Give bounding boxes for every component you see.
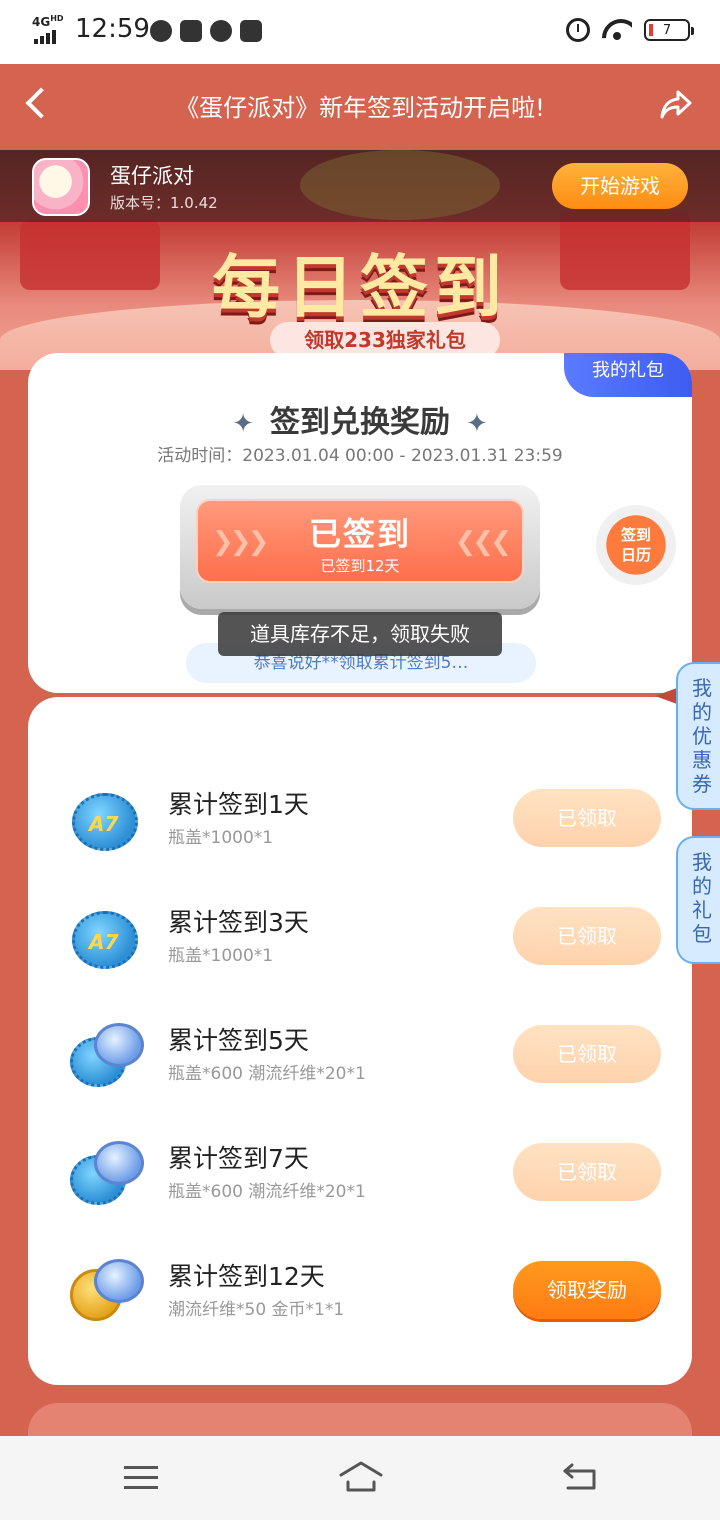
sparkle-icon: ✦ (232, 409, 254, 439)
my-gifts-tag[interactable]: 我的礼包 (564, 353, 692, 397)
signal-icon: 4GHD (32, 14, 66, 44)
tab-char: 包 (692, 922, 712, 946)
banner-title: 每日签到 (211, 249, 508, 328)
calendar-label-line2: 日历 (620, 546, 651, 564)
claimed-button[interactable]: 已领取 (513, 1143, 661, 1201)
reward-title: 累计签到12天 (168, 1262, 325, 1291)
menu-icon[interactable] (124, 1466, 158, 1490)
rewards-card: A7 累计签到1天 瓶盖*1000*1 已领取 A7 累计签到3天 瓶盖*100… (28, 697, 692, 1385)
alarm-icon (566, 18, 590, 42)
card-notch (655, 688, 677, 704)
claimed-button[interactable]: 已领取 (513, 789, 661, 847)
coin-fiber-icon (70, 1257, 144, 1325)
error-toast: 道具库存不足，领取失败 (218, 612, 502, 656)
tab-char: 礼 (692, 898, 712, 922)
reward-items: 瓶盖*1000*1 (168, 828, 274, 848)
reward-items: 瓶盖*600 潮流纤维*20*1 (168, 1064, 366, 1084)
tab-char: 的 (692, 874, 712, 898)
reward-row: 累计签到12天 潮流纤维*50 金币*1*1 领取奖励 (28, 1243, 692, 1343)
tab-char: 的 (692, 700, 712, 724)
reward-row: 累计签到7天 瓶盖*600 潮流纤维*20*1 已领取 (28, 1125, 692, 1225)
status-bar: 4GHD 12:59 7 (0, 0, 720, 64)
share-icon[interactable] (658, 86, 694, 122)
reward-title: 累计签到1天 (168, 790, 309, 819)
back-icon[interactable] (25, 87, 57, 119)
battery-icon: 7 (644, 19, 694, 41)
reward-items: 瓶盖*600 潮流纤维*20*1 (168, 1182, 366, 1202)
reward-title: 累计签到3天 (168, 908, 309, 937)
checkin-days-label: 已签到12天 (320, 557, 400, 575)
my-gifts-tab[interactable]: 我 的 礼 包 (676, 836, 720, 964)
start-game-button[interactable]: 开始游戏 (552, 163, 688, 209)
claim-reward-button[interactable]: 领取奖励 (513, 1261, 661, 1319)
page-title: 《蛋仔派对》新年签到活动开启啦! (175, 94, 545, 122)
tab-char: 我 (692, 676, 712, 700)
notification-icons (150, 20, 262, 42)
reward-title: 累计签到5天 (168, 1026, 309, 1055)
reward-title: 累计签到7天 (168, 1144, 309, 1173)
checkin-title: ✦ 签到兑换奖励 ✦ (232, 405, 488, 440)
event-time: 活动时间：2023.01.04 00:00 - 2023.01.31 23:59 (157, 446, 563, 466)
checkin-calendar-button[interactable]: 签到 日历 (596, 505, 676, 585)
chevron-right-icon: ❯❯❯ (212, 527, 269, 557)
storage-icon (240, 20, 262, 42)
back-nav-icon[interactable] (562, 1462, 598, 1492)
tab-char: 惠 (692, 748, 712, 772)
event-banner: 蛋仔派对 版本号：1.0.42 开始游戏 每日签到 领取233独家礼包 (0, 150, 720, 370)
cap-fiber-icon (70, 1021, 144, 1089)
game-app-icon (32, 158, 90, 216)
app-header: 《蛋仔派对》新年签到活动开启啦! (0, 64, 720, 150)
reward-items: 潮流纤维*50 金币*1*1 (168, 1300, 345, 1320)
checkin-button[interactable]: ❯❯❯ ❮❮❮ 已签到 已签到12天 (196, 499, 524, 583)
reward-row: A7 累计签到3天 瓶盖*1000*1 已领取 (28, 889, 692, 989)
claimed-button[interactable]: 已领取 (513, 907, 661, 965)
game-version: 版本号：1.0.42 (110, 194, 218, 212)
tab-char: 我 (692, 850, 712, 874)
my-coupons-tab[interactable]: 我 的 优 惠 券 (676, 662, 720, 810)
home-icon[interactable] (338, 1460, 384, 1494)
calendar-label-line1: 签到 (620, 526, 651, 544)
video-icon (180, 20, 202, 42)
wifi-icon (602, 19, 632, 41)
cap-fiber-icon (70, 1139, 144, 1207)
system-icons: 7 (566, 18, 694, 42)
reward-items: 瓶盖*1000*1 (168, 946, 274, 966)
game-name: 蛋仔派对 (110, 164, 194, 188)
tab-char: 优 (692, 724, 712, 748)
tab-char: 券 (692, 772, 712, 796)
reward-row: 累计签到5天 瓶盖*600 潮流纤维*20*1 已领取 (28, 1007, 692, 1107)
wechat-icon (150, 20, 172, 42)
sparkle-icon: ✦ (466, 409, 488, 439)
blue-cap-icon: A7 (70, 903, 142, 971)
browser-icon (210, 20, 232, 42)
blue-cap-icon: A7 (70, 785, 142, 853)
clock: 12:59 (75, 14, 150, 44)
claimed-button[interactable]: 已领取 (513, 1025, 661, 1083)
checkin-button-frame: ❯❯❯ ❮❮❮ 已签到 已签到12天 (180, 485, 540, 609)
reward-row: A7 累计签到1天 瓶盖*1000*1 已领取 (28, 771, 692, 871)
game-info-bar: 蛋仔派对 版本号：1.0.42 开始游戏 (0, 150, 720, 222)
chevron-left-icon: ❮❮❮ (454, 527, 512, 557)
system-nav-bar (0, 1436, 720, 1520)
